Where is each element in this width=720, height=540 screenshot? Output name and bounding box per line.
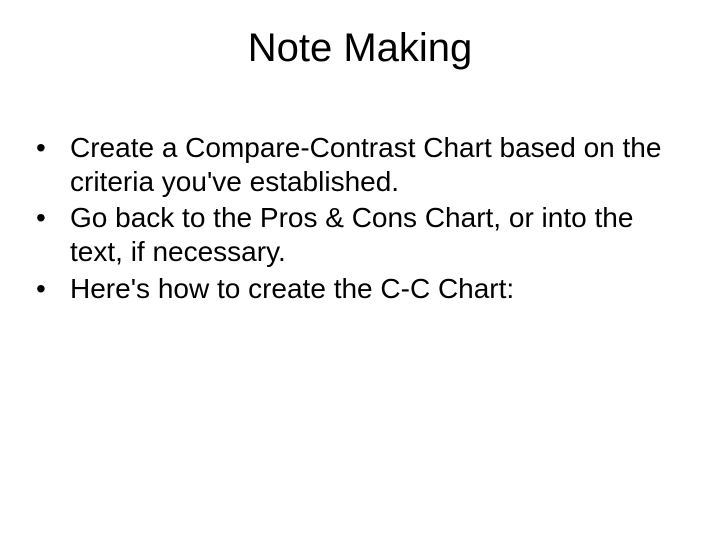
bullet-item: • Here's how to create the C-C Chart: bbox=[34, 272, 690, 306]
slide: Note Making • Create a Compare-Contrast … bbox=[0, 0, 720, 540]
slide-content: • Create a Compare-Contrast Chart based … bbox=[30, 131, 690, 306]
bullet-text: Here's how to create the C-C Chart: bbox=[70, 272, 690, 306]
bullet-icon: • bbox=[34, 272, 70, 306]
bullet-icon: • bbox=[34, 201, 70, 235]
bullet-item: • Go back to the Pros & Cons Chart, or i… bbox=[34, 201, 690, 269]
bullet-item: • Create a Compare-Contrast Chart based … bbox=[34, 131, 690, 199]
bullet-text: Create a Compare-Contrast Chart based on… bbox=[70, 131, 690, 199]
bullet-icon: • bbox=[34, 131, 70, 165]
bullet-text: Go back to the Pros & Cons Chart, or int… bbox=[70, 201, 690, 269]
slide-title: Note Making bbox=[30, 26, 690, 71]
